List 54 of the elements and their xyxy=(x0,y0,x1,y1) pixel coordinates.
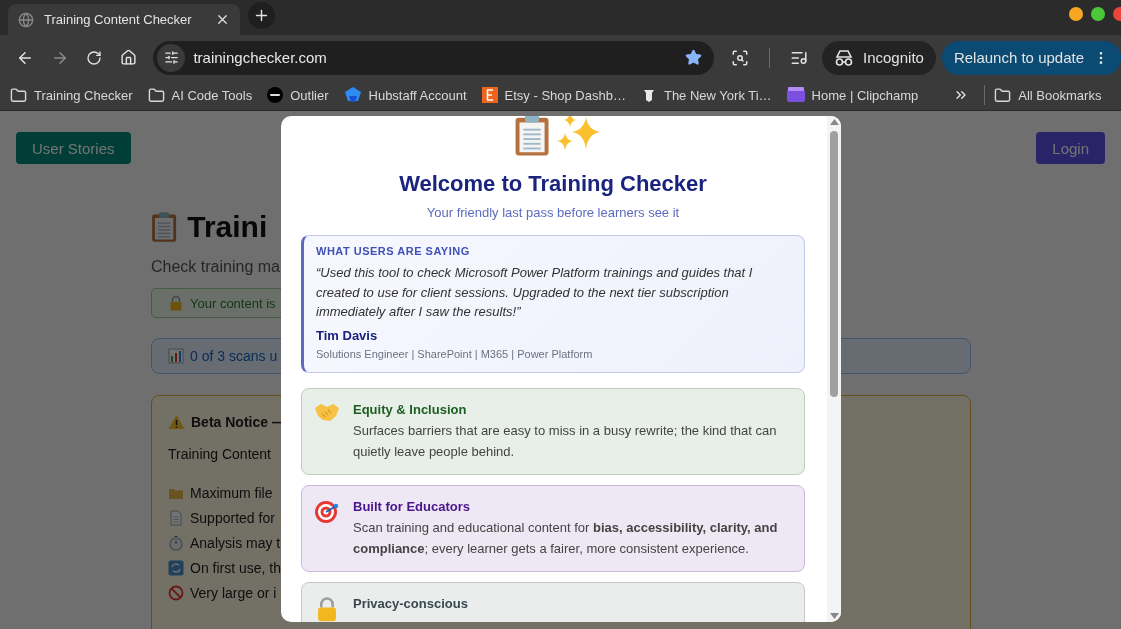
refresh-icon xyxy=(168,559,184,576)
feature-description: Scan training and educational content for bias, accessibility, clarity, and compliance; every learner gets a fairer, more consistent experience. xyxy=(353,518,779,558)
browser-tab[interactable]: Training Content Checker xyxy=(8,4,240,35)
feature-title: Privacy-conscious xyxy=(353,595,468,611)
maximize-button[interactable] xyxy=(1091,7,1105,21)
handshake-icon xyxy=(314,401,340,422)
document-icon xyxy=(168,509,184,526)
notice-item-text: Supported for xyxy=(190,509,275,526)
address-bar[interactable]: trainingchecker.com xyxy=(153,40,715,75)
notice-item-text: Analysis may t xyxy=(190,534,281,551)
globe-icon xyxy=(18,11,34,28)
dialog-title: Welcome to Training Checker xyxy=(398,171,708,197)
testimonial-role: Solutions Engineer | SharePoint | M365 | Power Platform xyxy=(316,347,594,360)
notice-item-text: Very large or i xyxy=(190,584,277,601)
site-settings-icon[interactable] xyxy=(157,43,186,72)
star-icon[interactable] xyxy=(685,49,703,66)
notice-item-text: Maximum file xyxy=(190,484,273,501)
incognito-icon xyxy=(834,48,854,67)
folder-icon xyxy=(994,86,1012,104)
relaunch-button[interactable]: Relaunch to update xyxy=(941,40,1121,75)
prohibited-icon xyxy=(168,584,184,601)
stopwatch-icon xyxy=(168,534,184,551)
testimonial-heading: WHAT USERS ARE SAYING xyxy=(316,245,471,257)
page-subtitle: Check training ma xyxy=(151,258,280,276)
folder-icon xyxy=(10,86,27,104)
notice-item-text: On first use, th xyxy=(190,559,282,576)
bookmark-item[interactable]: Training Checker xyxy=(10,86,133,104)
scrollbar[interactable] xyxy=(827,116,841,622)
warning-icon xyxy=(168,414,185,430)
new-tab-button[interactable] xyxy=(248,2,275,29)
scroll-up-icon[interactable] xyxy=(829,119,839,125)
close-icon[interactable] xyxy=(215,12,230,27)
plus-icon xyxy=(253,7,270,24)
dialog-subtitle: Your friendly last pass before learners see it xyxy=(425,205,681,220)
incognito-button[interactable]: Incognito xyxy=(822,40,936,75)
target-icon xyxy=(314,498,340,525)
page-title: Traini xyxy=(187,210,268,244)
beta-notice-text: Training Content xyxy=(168,446,271,462)
bookmark-item[interactable]: Outlier xyxy=(267,87,329,103)
feature-title: Equity & Inclusion xyxy=(353,401,468,417)
lock-icon xyxy=(168,295,184,311)
feature-title: Built for Educators xyxy=(353,498,471,514)
bookmark-item[interactable]: Etsy - Shop Dashb… xyxy=(481,87,626,103)
minimize-button[interactable] xyxy=(1069,7,1083,21)
scroll-down-icon[interactable] xyxy=(829,613,839,619)
bookmark-item[interactable]: AI Code Tools xyxy=(147,86,253,104)
bookmark-item[interactable]: The New York Ti… xyxy=(640,87,772,103)
all-bookmarks-item[interactable]: All Bookmarks xyxy=(994,86,1102,104)
bookmark-item[interactable]: Hubstaff Account xyxy=(343,87,467,103)
clipboard-icon xyxy=(151,211,178,243)
bar-chart-icon xyxy=(168,348,184,364)
bookmark-item[interactable]: Home | Clipchamp xyxy=(786,87,919,103)
feature-description: Surfaces barriers that are easy to miss in a busy rewrite; the kind that can quietly leave people behind. xyxy=(353,421,778,461)
folder-icon xyxy=(147,86,165,104)
